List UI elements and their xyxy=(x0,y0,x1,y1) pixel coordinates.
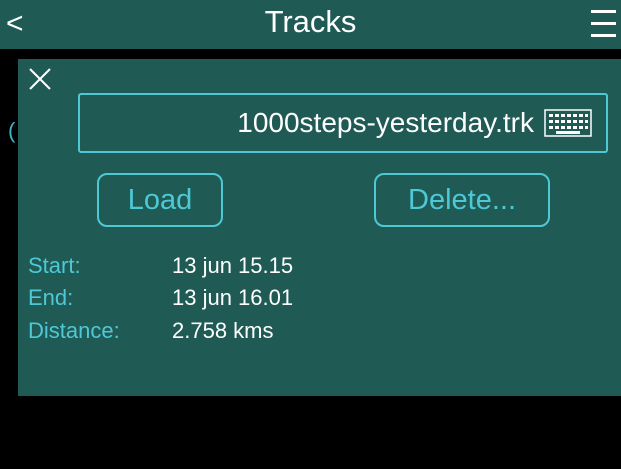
background-partial-text: ( xyxy=(8,118,16,143)
close-icon[interactable] xyxy=(26,65,58,97)
distance-value: 2.758 kms xyxy=(172,318,274,343)
background-strip xyxy=(0,49,621,59)
app-header: < Tracks xyxy=(0,0,621,49)
end-value: 13 jun 16.01 xyxy=(172,285,294,310)
track-dialog: 1000steps-yesterday.trk Load Delete... S… xyxy=(18,59,621,396)
load-button[interactable]: Load xyxy=(97,173,223,227)
page-title: Tracks xyxy=(264,4,357,39)
keyboard-icon[interactable] xyxy=(544,109,592,137)
hamburger-menu-icon[interactable] xyxy=(591,10,616,40)
start-value: 13 jun 15.15 xyxy=(172,253,294,278)
track-filename-field[interactable]: 1000steps-yesterday.trk xyxy=(78,93,608,153)
end-label: End: xyxy=(28,285,74,310)
track-filename: 1000steps-yesterday.trk xyxy=(237,107,534,138)
delete-button[interactable]: Delete... xyxy=(374,173,550,227)
start-label: Start: xyxy=(28,253,81,278)
distance-label: Distance: xyxy=(28,318,120,343)
